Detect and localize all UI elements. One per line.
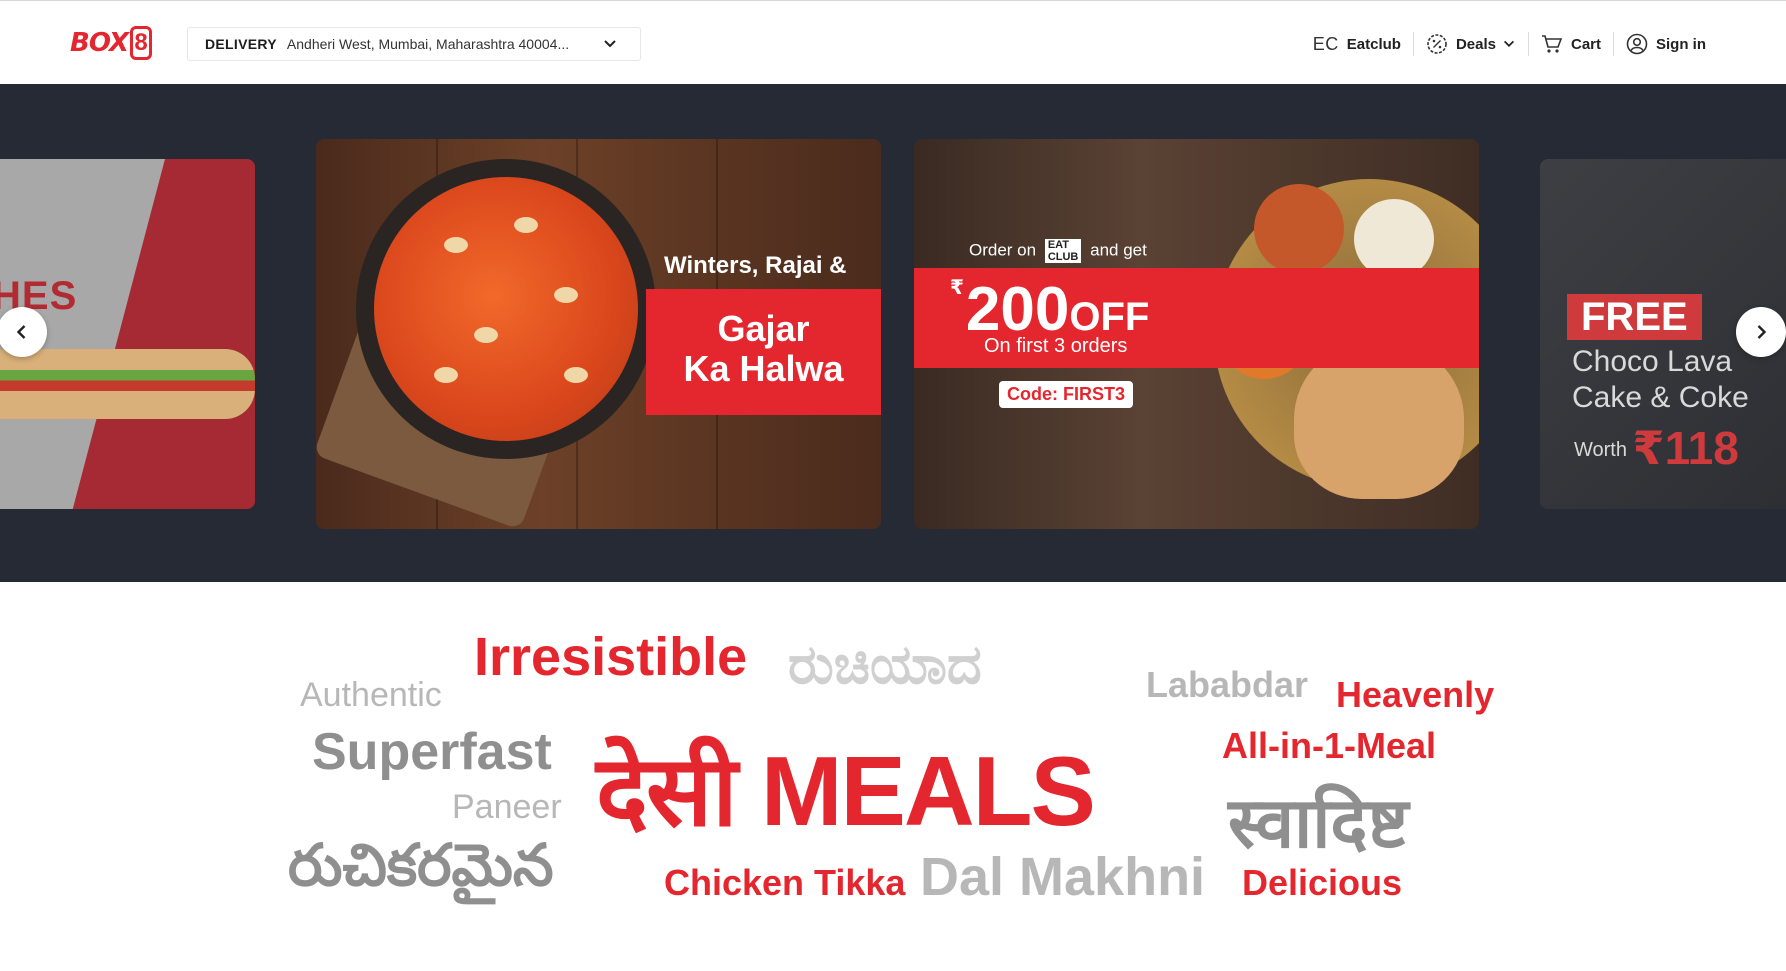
rice-bowl-image xyxy=(1354,199,1434,279)
word-authentic: Authentic xyxy=(300,676,442,714)
word-lababdar: Lababdar xyxy=(1146,664,1309,705)
delivery-location: Andheri West, Mumbai, Maharashtra 40004.… xyxy=(286,36,570,52)
slide-choco-line2: Cake & Coke xyxy=(1572,381,1749,414)
slide-halwa-title: Gajar Ka Halwa xyxy=(646,309,881,389)
slide-halwa-line1: Winters, Rajai & xyxy=(664,252,847,279)
halwa-image xyxy=(374,177,638,441)
eatclub-badge-bottom: CLUB xyxy=(1047,251,1079,263)
slide-choco-line1: Choco Lava xyxy=(1572,345,1733,378)
chevron-right-icon xyxy=(1757,325,1767,339)
sandwich-image xyxy=(0,349,255,419)
word-desi-meals: देसी MEALS xyxy=(596,736,1096,846)
discount-badge-icon xyxy=(1427,34,1447,54)
delivery-location-selector[interactable]: DELIVERY Andheri West, Mumbai, Maharasht… xyxy=(187,27,641,61)
nav-eatclub-label: Eatclub xyxy=(1346,35,1401,53)
word-dal-makhni: Dal Makhni xyxy=(920,847,1206,907)
word-ruchiyada: ರುಚಿಯಾದ xyxy=(788,635,982,695)
word-ruchikaramaina: రుచికరమైన xyxy=(288,833,554,898)
chevron-down-icon xyxy=(604,40,616,48)
banner-slide-eatclub-offer[interactable]: Order on EAT CLUB and get ₹200OFF On firs… xyxy=(914,139,1479,529)
offer-code: Code: FIRST3 xyxy=(999,381,1134,408)
nav-signin-label: Sign in xyxy=(1656,35,1706,53)
slide-choco-currency: ₹ xyxy=(1632,422,1665,474)
offer-amount-value: 200 xyxy=(965,275,1070,344)
slide-choco-price: 118 xyxy=(1664,422,1739,474)
nav-eatclub[interactable]: EC Eatclub xyxy=(1301,31,1413,57)
carousel-next-button[interactable] xyxy=(1736,307,1786,357)
slide-halwa-line2: Gajar xyxy=(717,308,810,349)
banner-slide-gajar-halwa[interactable]: Winters, Rajai & Gajar Ka Halwa xyxy=(316,139,881,529)
offer-currency: ₹ xyxy=(950,277,964,299)
word-heavenly: Heavenly xyxy=(1336,674,1495,715)
slide-halwa-line3: Ka Halwa xyxy=(683,348,844,389)
word-delicious: Delicious xyxy=(1242,862,1403,903)
logo-text: BOX xyxy=(70,28,129,58)
eatclub-badge-top: EAT xyxy=(1047,239,1070,251)
slide-choco-worth: Worth ₹118 xyxy=(1574,421,1739,475)
slide-choco-free: FREE xyxy=(1567,294,1702,340)
header-nav: EC Eatclub Deals Cart Sign in xyxy=(1301,28,1718,60)
banner-carousel: HES Winters, Rajai & Gajar Ka Halwa Orde… xyxy=(0,84,1786,582)
nav-deals[interactable]: Deals xyxy=(1414,31,1528,57)
nut xyxy=(434,367,458,383)
user-icon xyxy=(1626,33,1648,55)
delivery-label: DELIVERY xyxy=(205,36,277,52)
word-cloud: Irresistible ರುಚಿಯಾದ Lababdar Heavenly A… xyxy=(0,582,1786,971)
word-all-in-1-meal: All-in-1-Meal xyxy=(1222,725,1437,766)
cart-icon xyxy=(1541,35,1563,53)
nav-cart-label: Cart xyxy=(1570,35,1601,53)
slide-choco-worth-label: Worth xyxy=(1574,439,1627,461)
chevron-left-icon xyxy=(16,325,26,339)
top-header: BOX 8 DELIVERY Andheri West, Mumbai, Mah… xyxy=(0,0,1786,84)
offer-order-suffix: and get xyxy=(1090,240,1147,260)
nut xyxy=(474,327,498,343)
word-paneer: Paneer xyxy=(452,788,562,826)
slide-choco-title: Choco Lava Cake & Coke xyxy=(1572,344,1749,416)
offer-first-orders: On first 3 orders xyxy=(984,335,1128,357)
offer-off: OFF xyxy=(1069,295,1150,339)
nut xyxy=(514,217,538,233)
word-chicken-tikka: Chicken Tikka xyxy=(664,862,906,903)
nut xyxy=(554,287,578,303)
word-superfast: Superfast xyxy=(312,723,552,781)
nut xyxy=(444,237,468,253)
nav-deals-label: Deals xyxy=(1455,35,1496,53)
nav-signin[interactable]: Sign in xyxy=(1614,31,1718,57)
nav-cart[interactable]: Cart xyxy=(1529,31,1613,57)
nut xyxy=(564,367,588,383)
word-irresistible: Irresistible xyxy=(474,627,748,687)
box8-logo[interactable]: BOX 8 xyxy=(70,23,153,63)
offer-order-line: Order on EAT CLUB and get xyxy=(969,239,1147,263)
eatclub-badge: EAT CLUB xyxy=(1044,239,1082,263)
eatclub-icon: EC xyxy=(1312,33,1339,54)
curry-bowl-image xyxy=(1254,184,1344,274)
logo-digit: 8 xyxy=(130,26,153,60)
chevron-down-icon xyxy=(1503,40,1514,47)
offer-order-prefix: Order on xyxy=(969,240,1037,260)
word-swadisht: स्वादिष्ट xyxy=(1228,784,1409,862)
